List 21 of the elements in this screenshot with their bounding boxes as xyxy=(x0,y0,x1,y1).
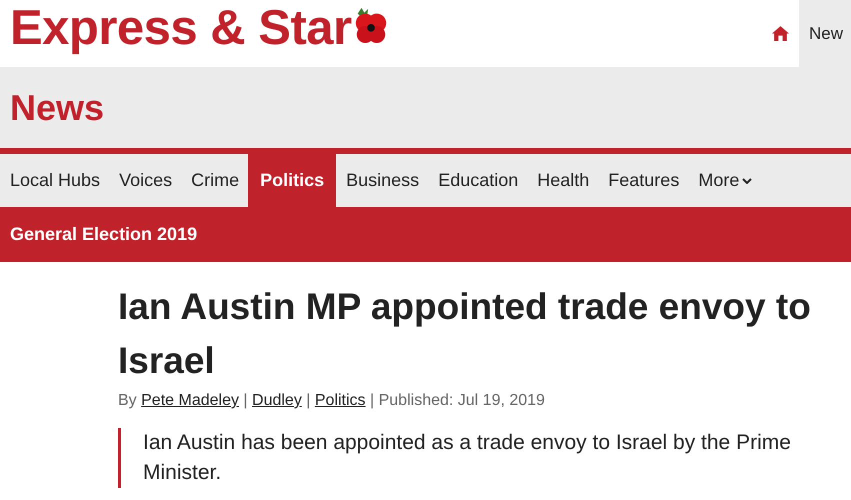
chevron-icon xyxy=(742,178,752,184)
nav-tab[interactable]: Business xyxy=(336,154,428,207)
nav-tab[interactable]: Local Hubs xyxy=(0,154,110,207)
section-title: News xyxy=(10,86,104,128)
lead-paragraph: Ian Austin has been appointed as a trade envoy to Israel by the Prime Minister. xyxy=(118,428,818,488)
byline-link[interactable]: Pete Madeley xyxy=(141,392,239,409)
nav-tab[interactable]: Crime xyxy=(181,154,248,207)
nav-tab[interactable]: Voices xyxy=(109,154,182,207)
nav-tab[interactable]: Health xyxy=(527,154,598,207)
top-tab[interactable]: New xyxy=(798,0,851,67)
nav-tab[interactable]: Features xyxy=(598,154,688,207)
byline-link[interactable]: Politics xyxy=(314,392,366,409)
site-logo[interactable]: Express & Star xyxy=(10,2,352,54)
topic-link[interactable]: General Election 2019 xyxy=(10,224,198,245)
byline-link[interactable]: Dudley xyxy=(252,392,302,409)
headline: Ian Austin MP appointed trade envoy to Israel xyxy=(118,285,812,383)
byline: By Pete Madeley | Dudley | Politics | Published: Jul 19, 2019 xyxy=(118,392,546,410)
nav-tab[interactable]: Education xyxy=(428,154,528,207)
nav-tab[interactable]: Politics xyxy=(248,154,336,207)
home-icon[interactable] xyxy=(772,26,789,41)
nav-tab[interactable]: More xyxy=(688,154,762,207)
